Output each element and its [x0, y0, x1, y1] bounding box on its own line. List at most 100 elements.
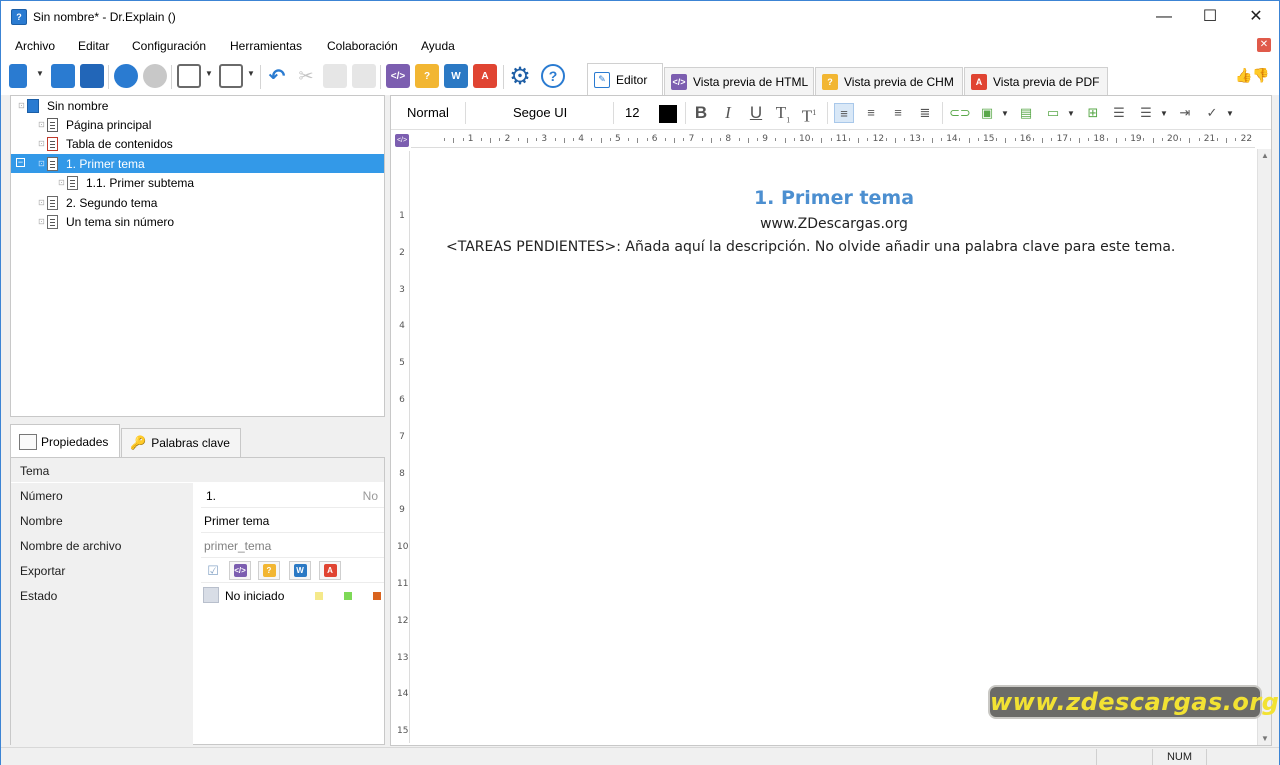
text-color-swatch[interactable]	[659, 105, 677, 123]
tree-item-primer-subtema[interactable]: ⊡ 1.1. Primer subtema	[11, 173, 384, 192]
tab-editor[interactable]: ✎ Editor	[587, 63, 663, 95]
add-topic-icon[interactable]	[177, 64, 201, 88]
window-title: Sin nombre* - Dr.Explain ()	[33, 10, 176, 24]
nombre-field[interactable]: Primer tema	[201, 508, 384, 533]
snippet-icon[interactable]: ▭	[1043, 103, 1063, 123]
table-icon[interactable]: ⊞	[1083, 103, 1103, 123]
tab-chm-preview[interactable]: ? Vista previa de CHM	[815, 67, 963, 95]
prop-label: Estado	[11, 583, 193, 608]
feedback-thumbs-icon[interactable]: 👍👎	[1235, 67, 1270, 84]
font-select[interactable]: Segoe UI	[513, 101, 593, 125]
status-orange-swatch[interactable]	[373, 592, 381, 600]
menu-editar[interactable]: Editar	[78, 39, 109, 53]
tab-propiedades[interactable]: Propiedades	[10, 424, 120, 458]
page-icon	[47, 214, 58, 229]
numbered-list-icon[interactable]: ☰	[1136, 103, 1156, 123]
align-center-icon[interactable]: ≡	[861, 103, 881, 123]
ruler-minor-tick	[821, 138, 823, 143]
open-icon[interactable]	[51, 64, 75, 88]
scroll-down-icon[interactable]: ▼	[1261, 734, 1269, 743]
ruler-minor-tick	[1005, 138, 1007, 143]
new-dropdown-icon[interactable]: ▼	[36, 69, 44, 78]
tab-html-preview[interactable]: </> Vista previa de HTML	[664, 67, 814, 95]
numero-field[interactable]: 1. No	[201, 483, 384, 508]
tree-item-sin-numero[interactable]: ⊡ Un tema sin número	[11, 212, 384, 231]
tree-item-root[interactable]: ⊡ Sin nombre	[11, 96, 384, 115]
add-subtopic-dropdown-icon[interactable]: ▼	[247, 69, 255, 78]
source-view-icon[interactable]: </>	[395, 134, 409, 147]
subscript-icon[interactable]: T1	[773, 103, 793, 124]
align-justify-icon[interactable]: ≣	[915, 103, 935, 123]
align-right-icon[interactable]: ≡	[888, 103, 908, 123]
cloud-download-icon[interactable]	[143, 64, 167, 88]
tree-item-primer-tema[interactable]: − ⊡ 1. Primer tema	[11, 154, 384, 173]
save-icon[interactable]	[80, 64, 104, 88]
export-html-icon[interactable]: </>	[386, 64, 410, 88]
copy-icon[interactable]	[323, 64, 347, 88]
status-yellow-swatch[interactable]	[315, 592, 323, 600]
add-subtopic-icon[interactable]	[219, 64, 243, 88]
close-document-icon[interactable]: ✕	[1257, 38, 1271, 52]
indent-icon[interactable]: ⇥	[1175, 103, 1195, 123]
tree-item-segundo-tema[interactable]: ⊡ 2. Segundo tema	[11, 193, 384, 212]
spellcheck-dropdown-icon[interactable]: ▼	[1226, 109, 1234, 118]
document-canvas[interactable]: 1. Primer tema www.ZDescargas.org <TAREA…	[411, 149, 1257, 745]
spellcheck-icon[interactable]: ✓	[1202, 103, 1222, 123]
export-all-check-icon[interactable]: ☑	[202, 561, 224, 580]
image-icon[interactable]: ▣	[977, 103, 997, 123]
scroll-up-icon[interactable]: ▲	[1261, 151, 1269, 160]
ruler-minor-tick	[563, 138, 565, 143]
cloud-upload-icon[interactable]	[114, 64, 138, 88]
settings-gear-icon[interactable]: ⚙	[508, 63, 532, 90]
close-window-button[interactable]: ✕	[1233, 1, 1279, 33]
add-topic-dropdown-icon[interactable]: ▼	[205, 69, 213, 78]
ruler-minor-tick	[931, 138, 933, 143]
menu-archivo[interactable]: Archivo	[15, 39, 55, 53]
underline-icon[interactable]: U	[746, 103, 766, 123]
export-chm-icon[interactable]: ?	[415, 64, 439, 88]
tree-item-main-page[interactable]: ⊡ Página principal	[11, 115, 384, 134]
export-html-toggle-icon[interactable]: </>	[229, 561, 251, 580]
collapse-icon[interactable]: −	[16, 158, 25, 167]
editor-scrollbar[interactable]: ▲ ▼	[1257, 149, 1271, 745]
ruler-minor-tick	[812, 138, 814, 141]
minimize-button[interactable]: —	[1141, 1, 1187, 33]
tree-item-toc[interactable]: ⊡ Tabla de contenidos	[11, 134, 384, 153]
menu-ayuda[interactable]: Ayuda	[421, 39, 455, 53]
tab-pdf-preview[interactable]: A Vista previa de PDF	[964, 67, 1108, 95]
snippet-dropdown-icon[interactable]: ▼	[1067, 109, 1075, 118]
video-icon[interactable]: ▤	[1016, 103, 1036, 123]
align-left-icon[interactable]: ≡	[834, 103, 854, 123]
font-size-select[interactable]: 12	[625, 101, 649, 125]
ruler-minor-tick	[977, 138, 979, 141]
export-word-toggle-icon[interactable]: W	[289, 561, 311, 580]
style-select[interactable]: Normal	[407, 101, 467, 125]
export-word-icon[interactable]: W	[444, 64, 468, 88]
help-icon[interactable]: ?	[541, 64, 565, 88]
link-icon[interactable]: ⊂⊃	[949, 103, 971, 123]
paste-icon[interactable]	[352, 64, 376, 88]
export-pdf-toggle-icon[interactable]: A	[319, 561, 341, 580]
superscript-icon[interactable]: T1	[799, 103, 819, 126]
menu-configuracion[interactable]: Configuración	[132, 39, 206, 53]
maximize-button[interactable]: ☐	[1187, 1, 1233, 33]
bold-icon[interactable]: B	[691, 103, 711, 123]
new-project-icon[interactable]	[9, 64, 27, 88]
cut-icon[interactable]: ✂	[294, 64, 318, 88]
italic-icon[interactable]: I	[718, 103, 738, 123]
lock-icon: ⊡	[38, 159, 45, 168]
image-dropdown-icon[interactable]: ▼	[1001, 109, 1009, 118]
filename-field[interactable]: primer_tema	[201, 533, 384, 558]
status-field[interactable]: No iniciado	[201, 583, 384, 608]
ruler-minor-tick	[609, 138, 611, 141]
status-green-swatch[interactable]	[344, 592, 352, 600]
ruler-tick-label: 8	[725, 134, 732, 144]
export-chm-toggle-icon[interactable]: ?	[258, 561, 280, 580]
menu-colaboracion[interactable]: Colaboración	[327, 39, 398, 53]
menu-herramientas[interactable]: Herramientas	[230, 39, 302, 53]
tab-palabras-clave[interactable]: 🔑 Palabras clave	[121, 428, 241, 457]
numbered-list-dropdown-icon[interactable]: ▼	[1160, 109, 1168, 118]
undo-icon[interactable]: ↶	[265, 64, 289, 88]
bullet-list-icon[interactable]: ☰	[1109, 103, 1129, 123]
export-pdf-icon[interactable]: A	[473, 64, 497, 88]
